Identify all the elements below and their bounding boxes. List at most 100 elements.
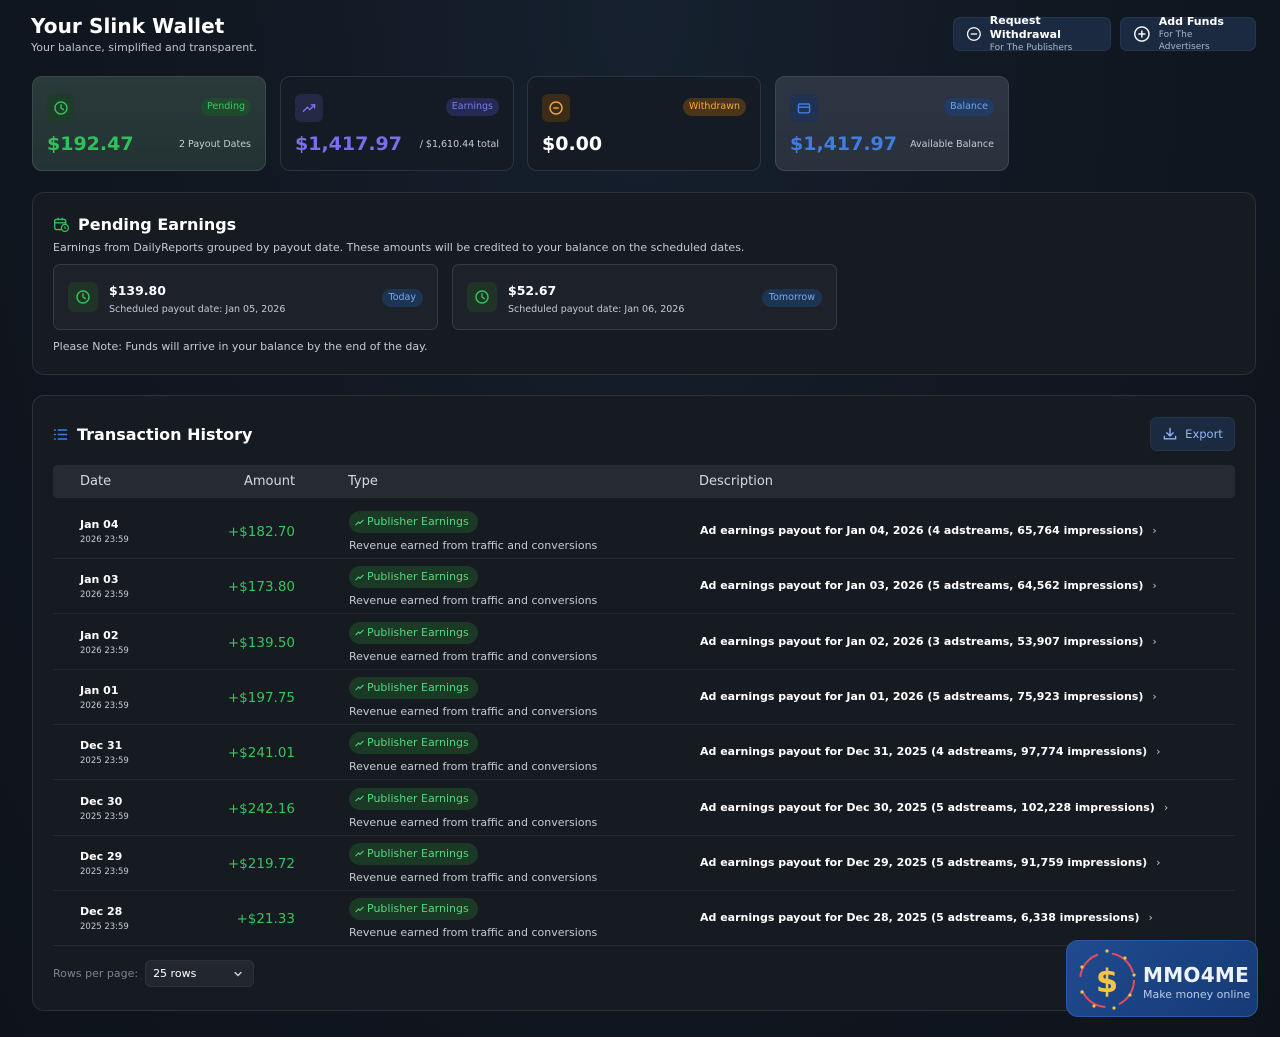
- svg-text:$: $: [1096, 962, 1118, 1000]
- chevron-right-icon[interactable]: ›: [1152, 635, 1156, 648]
- row-type-badge: Publisher Earnings: [349, 511, 478, 533]
- row-type-description: Revenue earned from traffic and conversi…: [349, 649, 598, 663]
- row-type: Publisher Earnings: [367, 791, 469, 805]
- watermark-logo: $ MMO4ME Make money online: [1066, 940, 1258, 1017]
- chevron-right-icon[interactable]: ›: [1164, 801, 1168, 814]
- pending-badge: Pending: [201, 98, 251, 116]
- row-date: Jan 03: [80, 573, 119, 587]
- row-description-text: Ad earnings payout for Jan 01, 2026 (5 a…: [700, 689, 1144, 703]
- row-type-description: Revenue earned from traffic and conversi…: [349, 704, 598, 718]
- pending-caption: 2 Payout Dates: [178, 139, 251, 150]
- row-description[interactable]: Ad earnings payout for Dec 28, 2025 (5 a…: [700, 911, 1153, 924]
- balance-card: Balance $1,417.97 Available Balance: [775, 76, 1009, 171]
- watermark-brand: MMO4ME: [1143, 963, 1250, 987]
- chevron-right-icon[interactable]: ›: [1152, 524, 1156, 537]
- row-amount: +$241.01: [227, 745, 295, 762]
- payout-tag: Today: [381, 289, 423, 307]
- row-time: 2026 23:59: [80, 535, 129, 545]
- row-description[interactable]: Ad earnings payout for Jan 02, 2026 (3 a…: [700, 635, 1157, 648]
- row-description[interactable]: Ad earnings payout for Jan 01, 2026 (5 a…: [700, 690, 1157, 703]
- rows-per-page-label: Rows per page:: [53, 967, 139, 980]
- earnings-caption: / $1,610.44 total: [419, 139, 499, 150]
- earnings-amount: $1,417.97: [295, 133, 402, 155]
- table-row[interactable]: Dec 29 2025 23:59 +$219.72 Publisher Earnin…: [53, 836, 1235, 891]
- earnings-icon-box: [295, 94, 323, 122]
- trending-up-icon: [355, 685, 364, 691]
- payout-amount: $52.67: [508, 283, 557, 298]
- row-type-description: Revenue earned from traffic and conversi…: [349, 870, 598, 884]
- row-type: Publisher Earnings: [367, 846, 469, 860]
- request-withdrawal-button[interactable]: Request Withdrawal For The Publishers: [953, 14, 1111, 53]
- table-row[interactable]: Dec 28 2025 23:59 +$21.33 Publisher Earning…: [53, 891, 1235, 947]
- row-type: Publisher Earnings: [367, 515, 469, 528]
- row-amount: +$21.33: [236, 911, 295, 928]
- row-description-text: Ad earnings payout for Jan 03, 2026 (5 a…: [700, 579, 1144, 593]
- trending-up-icon: [355, 629, 364, 636]
- row-date: Jan 02: [80, 628, 119, 642]
- row-type-badge: Publisher Earnings: [349, 732, 478, 755]
- row-time: 2025 23:59: [80, 756, 129, 767]
- row-description[interactable]: Ad earnings payout for Dec 29, 2025 (5 a…: [700, 856, 1161, 869]
- row-description-text: Ad earnings payout for Jan 02, 2026 (3 a…: [700, 634, 1144, 648]
- payout-date: Scheduled payout date: Jan 06, 2026: [508, 304, 685, 315]
- row-type: Publisher Earnings: [367, 736, 469, 750]
- row-description[interactable]: Ad earnings payout for Dec 31, 2025 (4 a…: [700, 745, 1161, 758]
- payout-tag: Tomorrow: [761, 289, 822, 307]
- payout-card: $139.80 Scheduled payout date: Jan 05, 2…: [53, 264, 438, 330]
- column-header-amount[interactable]: Amount: [244, 474, 295, 489]
- row-description-text: Ad earnings payout for Dec 30, 2025 (5 a…: [700, 800, 1155, 814]
- row-amount: +$173.80: [227, 579, 295, 596]
- clock-icon: [76, 290, 90, 304]
- table-header: Date Amount Type Description: [53, 465, 1235, 498]
- trending-up-icon: [355, 795, 364, 802]
- table-row[interactable]: Dec 30 2025 23:59 +$242.16 Publisher Earnin…: [53, 781, 1235, 836]
- row-description[interactable]: Ad earnings payout for Jan 04, 2026 (4 a…: [700, 524, 1157, 537]
- row-time: 2026 23:59: [80, 700, 129, 711]
- row-type-badge: Publisher Earnings: [349, 676, 478, 699]
- row-type-description: Revenue earned from traffic and conversi…: [349, 594, 598, 608]
- table-row[interactable]: Jan 03 2026 23:59 +$173.80 Publisher Earnin…: [53, 559, 1235, 615]
- row-description[interactable]: Ad earnings payout for Dec 30, 2025 (5 a…: [700, 801, 1168, 814]
- table-row[interactable]: Jan 01 2026 23:59 +$197.75 Publisher Earnin…: [53, 670, 1235, 725]
- column-header-date[interactable]: Date: [80, 474, 111, 489]
- rows-per-page-value: 25 rows: [153, 967, 197, 980]
- row-type-badge: Publisher Earnings: [349, 842, 478, 865]
- row-date: Dec 28: [80, 905, 123, 919]
- add-funds-button[interactable]: Add Funds For The Advertisers: [1120, 15, 1256, 52]
- withdraw-label: Request Withdrawal: [989, 14, 1061, 41]
- withdrawn-amount: $0.00: [542, 133, 603, 155]
- table-row[interactable]: Jan 02 2026 23:59 +$139.50 Publisher Earnin…: [53, 615, 1235, 670]
- chevron-right-icon[interactable]: ›: [1152, 690, 1156, 703]
- trending-up-icon: [355, 740, 364, 746]
- calendar-clock-icon: [54, 217, 70, 233]
- row-type: Publisher Earnings: [367, 902, 469, 916]
- chevron-right-icon[interactable]: ›: [1149, 911, 1153, 924]
- list-icon: [53, 429, 68, 440]
- earnings-badge: Earnings: [445, 98, 499, 116]
- add-funds-sublabel: For The Advertisers: [1158, 30, 1210, 52]
- row-description-text: Ad earnings payout for Dec 31, 2025 (4 a…: [700, 745, 1148, 759]
- export-label: Export: [1185, 427, 1223, 441]
- pending-earnings-note: Please Note: Funds will arrive in your b…: [53, 340, 428, 353]
- withdraw-sublabel: For The Publishers: [989, 43, 1073, 53]
- page-title: Your Slink Wallet: [31, 14, 225, 38]
- chevron-right-icon[interactable]: ›: [1156, 856, 1160, 869]
- column-header-description[interactable]: Description: [699, 474, 773, 489]
- row-description[interactable]: Ad earnings payout for Jan 03, 2026 (5 a…: [700, 579, 1157, 592]
- table-row[interactable]: Jan 04 2026 23:59 +$182.70 Publisher Earnin…: [53, 504, 1235, 559]
- withdrawn-card: Withdrawn $0.00: [527, 76, 761, 171]
- row-date: Dec 31: [80, 739, 123, 753]
- column-header-type[interactable]: Type: [348, 474, 378, 489]
- chevron-right-icon[interactable]: ›: [1152, 579, 1156, 592]
- row-description-text: Ad earnings payout for Dec 29, 2025 (5 a…: [700, 855, 1148, 869]
- trending-up-icon: [355, 906, 364, 912]
- export-button[interactable]: Export: [1150, 417, 1235, 451]
- payout-amount: $139.80: [109, 283, 166, 298]
- row-type-badge: Publisher Earnings: [349, 621, 478, 644]
- balance-icon-box: [790, 94, 818, 122]
- chevron-right-icon[interactable]: ›: [1156, 745, 1160, 758]
- table-row[interactable]: Dec 31 2025 23:59 +$241.01 Publisher Earnin…: [53, 725, 1235, 781]
- row-amount: +$242.16: [227, 800, 295, 817]
- rows-per-page-select[interactable]: 25 rows: [145, 960, 255, 987]
- row-time: 2026 23:59: [80, 645, 129, 656]
